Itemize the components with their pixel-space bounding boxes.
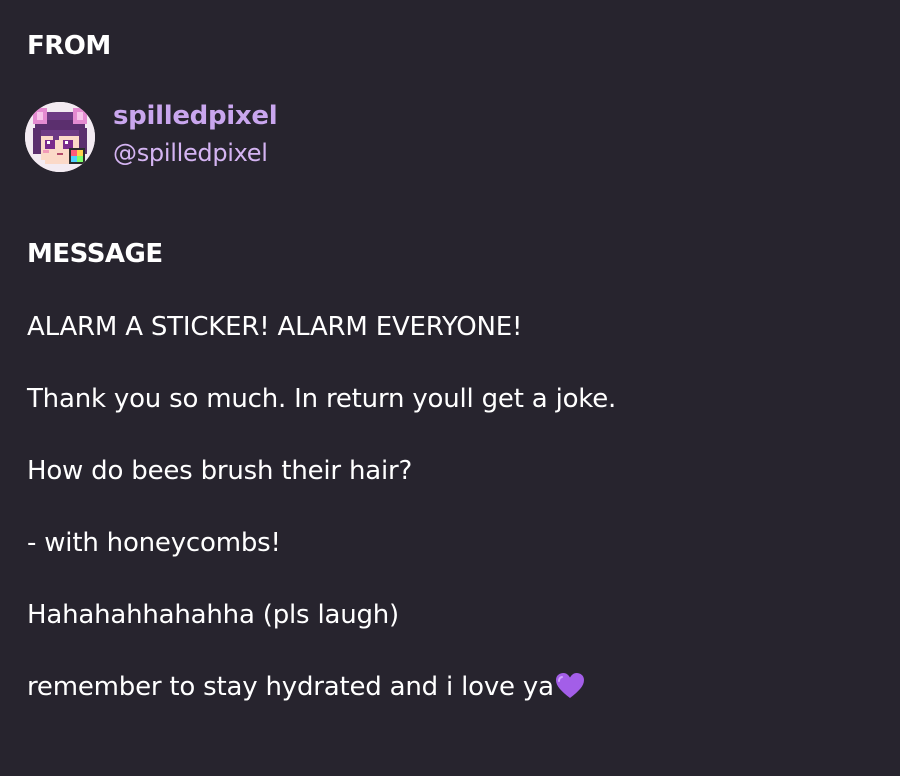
message-heading: MESSAGE bbox=[27, 239, 163, 269]
sender-handle[interactable]: @spilledpixel bbox=[113, 141, 277, 165]
message-line-last: remember to stay hydrated and i love ya bbox=[27, 671, 887, 703]
purple-heart-icon bbox=[555, 672, 585, 708]
sender-display-name[interactable]: spilledpixel bbox=[113, 103, 278, 129]
sender-info: spilledpixel @spilledpixel bbox=[113, 103, 278, 165]
message-line: ALARM A STICKER! ALARM EVERYONE! bbox=[27, 312, 523, 342]
avatar[interactable] bbox=[25, 102, 95, 172]
message-line: How do bees brush their hair? bbox=[27, 456, 413, 486]
message-line: Hahahahhahahha (pls laugh) bbox=[27, 600, 400, 630]
message-line: Thank you so much. In return youll get a… bbox=[27, 384, 617, 414]
sender-card[interactable]: spilledpixel @spilledpixel bbox=[25, 101, 278, 173]
message-body: ALARM A STICKER! ALARM EVERYONE! Thank y… bbox=[27, 311, 887, 743]
message-line: - with honeycombs! bbox=[27, 528, 281, 558]
message-line-text: remember to stay hydrated and i love ya bbox=[27, 672, 554, 702]
pixel-art-avatar-icon bbox=[25, 102, 95, 172]
from-heading: FROM bbox=[27, 31, 111, 61]
message-panel: FROM spilledpixel @spilledpixel MESSAGE … bbox=[0, 0, 900, 776]
